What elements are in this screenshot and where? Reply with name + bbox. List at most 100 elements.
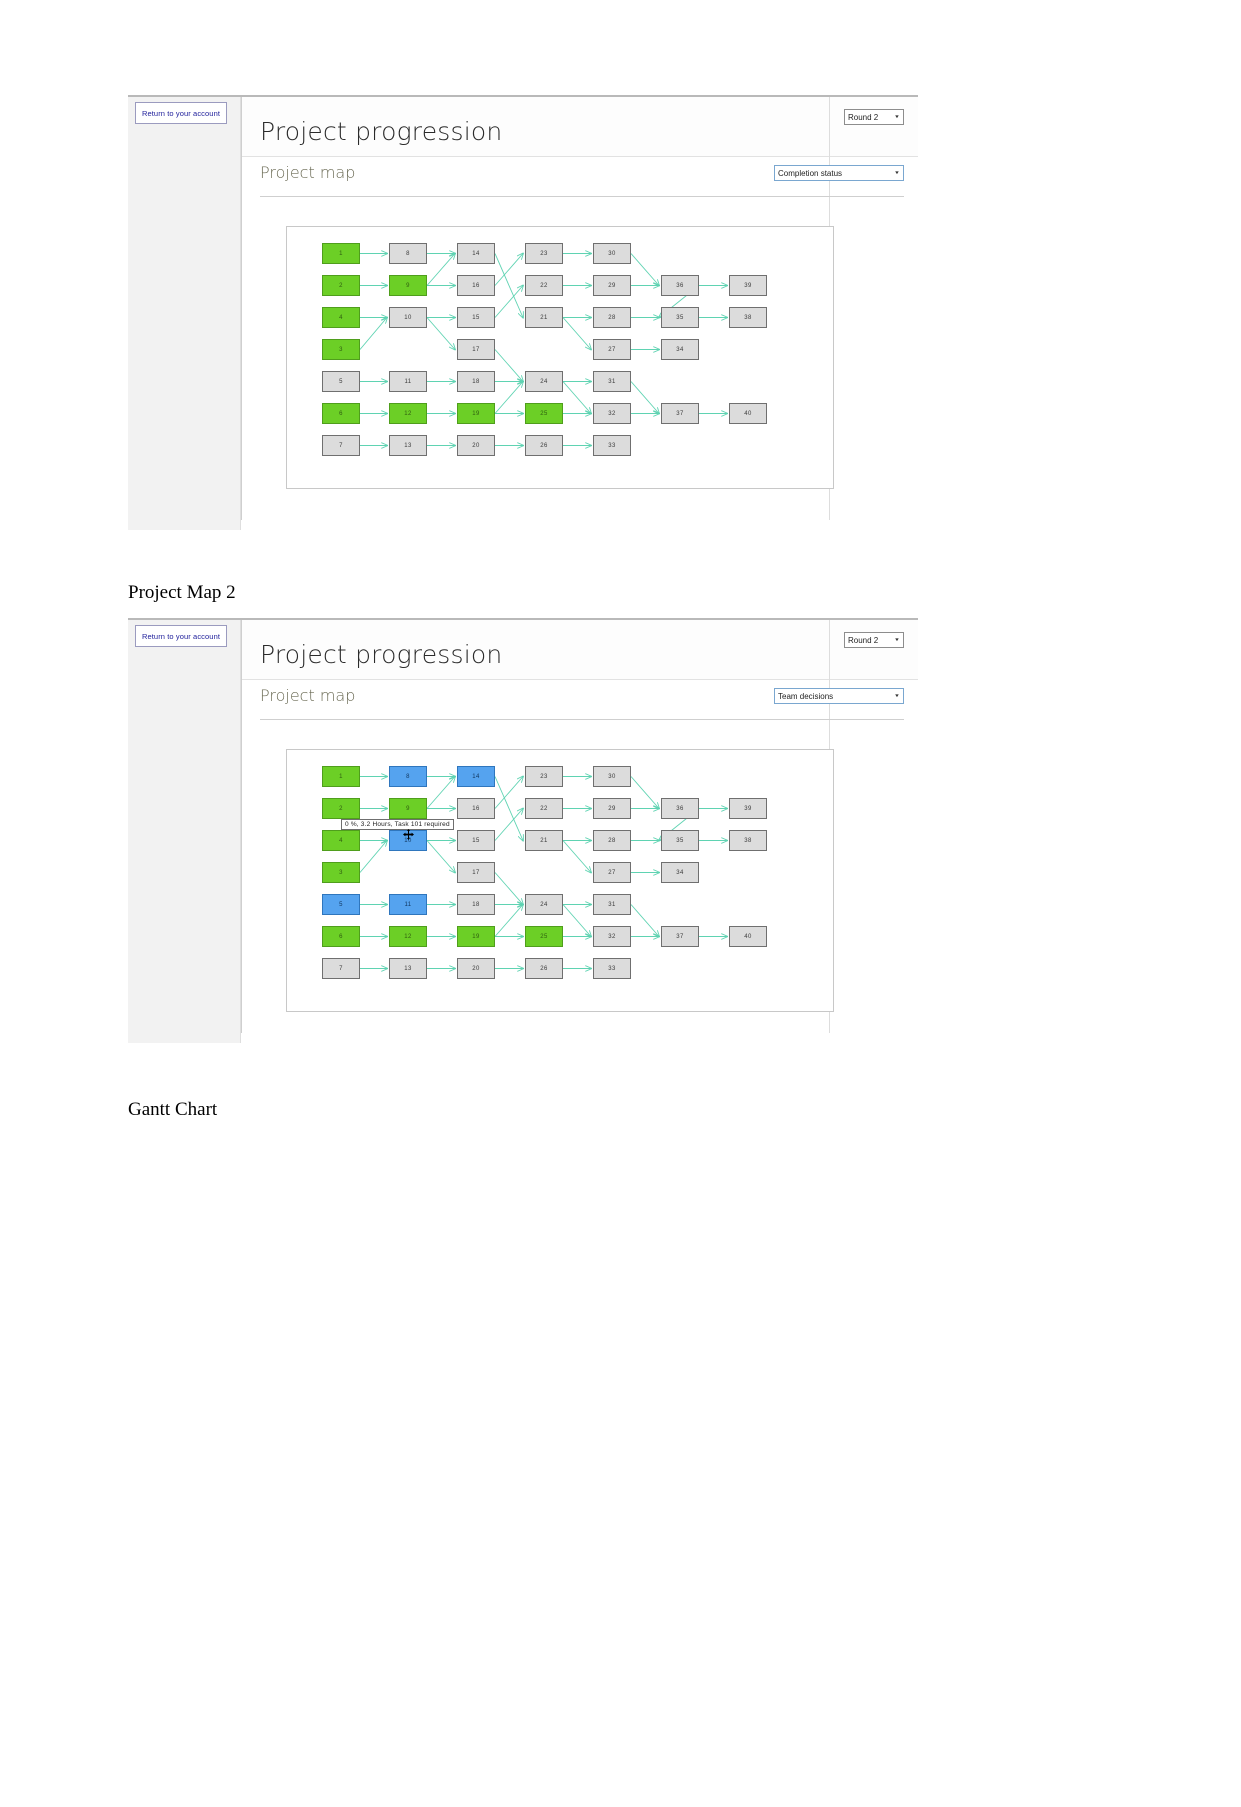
task-node-32[interactable]: 32 bbox=[593, 403, 631, 424]
task-node-1[interactable]: 1 bbox=[322, 243, 360, 264]
task-node-2[interactable]: 2 bbox=[322, 798, 360, 819]
task-node-18[interactable]: 18 bbox=[457, 894, 495, 915]
chevron-down-icon: ▼ bbox=[894, 170, 900, 176]
task-node-9[interactable]: 9 bbox=[389, 275, 427, 296]
task-node-25[interactable]: 25 bbox=[525, 926, 563, 947]
task-node-38[interactable]: 38 bbox=[729, 307, 767, 328]
task-node-23[interactable]: 23 bbox=[525, 243, 563, 264]
task-node-33[interactable]: 33 bbox=[593, 435, 631, 456]
round-select[interactable]: Round 2 ▼ bbox=[844, 632, 904, 648]
task-node-37[interactable]: 37 bbox=[661, 926, 699, 947]
task-node-30[interactable]: 30 bbox=[593, 766, 631, 787]
task-node-24[interactable]: 24 bbox=[525, 894, 563, 915]
edge-14-21 bbox=[494, 776, 523, 841]
task-node-1[interactable]: 1 bbox=[322, 766, 360, 787]
task-node-31[interactable]: 31 bbox=[593, 894, 631, 915]
left-gutter bbox=[128, 620, 241, 1043]
task-node-22[interactable]: 22 bbox=[525, 798, 563, 819]
task-node-5[interactable]: 5 bbox=[322, 371, 360, 392]
task-node-32[interactable]: 32 bbox=[593, 926, 631, 947]
task-node-5[interactable]: 5 bbox=[322, 894, 360, 915]
task-node-17[interactable]: 17 bbox=[457, 862, 495, 883]
task-node-17[interactable]: 17 bbox=[457, 339, 495, 360]
task-node-22[interactable]: 22 bbox=[525, 275, 563, 296]
view-mode-value: Team decisions bbox=[778, 691, 834, 701]
task-node-13[interactable]: 13 bbox=[389, 958, 427, 979]
edge-21-27 bbox=[562, 317, 591, 350]
task-node-25[interactable]: 25 bbox=[525, 403, 563, 424]
edge-30-36 bbox=[630, 776, 659, 809]
task-node-40[interactable]: 40 bbox=[729, 926, 767, 947]
task-node-14[interactable]: 14 bbox=[457, 243, 495, 264]
task-node-15[interactable]: 15 bbox=[457, 830, 495, 851]
task-node-30[interactable]: 30 bbox=[593, 243, 631, 264]
app-card-1: Project progression Round 2 ▼ Project ma… bbox=[241, 97, 918, 530]
task-node-10[interactable]: 10 bbox=[389, 307, 427, 328]
task-node-35[interactable]: 35 bbox=[661, 307, 699, 328]
task-node-16[interactable]: 16 bbox=[457, 798, 495, 819]
task-node-20[interactable]: 20 bbox=[457, 958, 495, 979]
edge-9-14 bbox=[426, 254, 455, 286]
task-node-27[interactable]: 27 bbox=[593, 862, 631, 883]
task-node-12[interactable]: 12 bbox=[389, 403, 427, 424]
task-node-36[interactable]: 36 bbox=[661, 798, 699, 819]
project-map-diagram-1[interactable]: 1 2 4 3 5 6 7 8 9 10 11 12 13 14 16 15 17 18 19 20 23 22 21 24 2… bbox=[286, 226, 834, 489]
task-node-4[interactable]: 4 bbox=[322, 307, 360, 328]
task-node-23[interactable]: 23 bbox=[525, 766, 563, 787]
edge-31-37 bbox=[630, 904, 659, 937]
task-node-6[interactable]: 6 bbox=[322, 403, 360, 424]
task-node-24[interactable]: 24 bbox=[525, 371, 563, 392]
task-node-21[interactable]: 21 bbox=[525, 307, 563, 328]
task-node-38[interactable]: 38 bbox=[729, 830, 767, 851]
task-node-39[interactable]: 39 bbox=[729, 275, 767, 296]
task-node-21[interactable]: 21 bbox=[525, 830, 563, 851]
task-node-13[interactable]: 13 bbox=[389, 435, 427, 456]
task-node-37[interactable]: 37 bbox=[661, 403, 699, 424]
task-node-28[interactable]: 28 bbox=[593, 830, 631, 851]
task-node-8[interactable]: 8 bbox=[389, 243, 427, 264]
task-node-2[interactable]: 2 bbox=[322, 275, 360, 296]
task-node-19[interactable]: 19 bbox=[457, 403, 495, 424]
view-mode-select[interactable]: Team decisions ▼ bbox=[774, 688, 904, 704]
edge-21-27 bbox=[562, 840, 591, 873]
task-node-18[interactable]: 18 bbox=[457, 371, 495, 392]
return-to-account-button[interactable]: Return to your account bbox=[135, 102, 227, 124]
task-node-35[interactable]: 35 bbox=[661, 830, 699, 851]
task-node-10[interactable]: 10 bbox=[389, 830, 427, 851]
task-node-11[interactable]: 11 bbox=[389, 371, 427, 392]
view-mode-select[interactable]: Completion status ▼ bbox=[774, 165, 904, 181]
task-node-6[interactable]: 6 bbox=[322, 926, 360, 947]
task-node-34[interactable]: 34 bbox=[661, 339, 699, 360]
task-node-39[interactable]: 39 bbox=[729, 798, 767, 819]
task-node-40[interactable]: 40 bbox=[729, 403, 767, 424]
task-node-7[interactable]: 7 bbox=[322, 958, 360, 979]
task-node-4[interactable]: 4 bbox=[322, 830, 360, 851]
task-node-29[interactable]: 29 bbox=[593, 275, 631, 296]
task-node-27[interactable]: 27 bbox=[593, 339, 631, 360]
task-node-15[interactable]: 15 bbox=[457, 307, 495, 328]
task-node-3[interactable]: 3 bbox=[322, 339, 360, 360]
task-node-19[interactable]: 19 bbox=[457, 926, 495, 947]
task-node-16[interactable]: 16 bbox=[457, 275, 495, 296]
return-to-account-button[interactable]: Return to your account bbox=[135, 625, 227, 647]
section-divider bbox=[260, 719, 904, 720]
task-node-7[interactable]: 7 bbox=[322, 435, 360, 456]
task-node-36[interactable]: 36 bbox=[661, 275, 699, 296]
task-node-28[interactable]: 28 bbox=[593, 307, 631, 328]
round-select[interactable]: Round 2 ▼ bbox=[844, 109, 904, 125]
task-node-26[interactable]: 26 bbox=[525, 435, 563, 456]
task-node-33[interactable]: 33 bbox=[593, 958, 631, 979]
task-node-26[interactable]: 26 bbox=[525, 958, 563, 979]
project-map-diagram-2[interactable]: 1 2 4 3 5 6 7 8 9 10 11 12 13 14 16 15 17 18 19 20 23 22 21 24 2… bbox=[286, 749, 834, 1012]
task-node-9[interactable]: 9 bbox=[389, 798, 427, 819]
task-node-12[interactable]: 12 bbox=[389, 926, 427, 947]
task-node-3[interactable]: 3 bbox=[322, 862, 360, 883]
task-node-29[interactable]: 29 bbox=[593, 798, 631, 819]
task-node-20[interactable]: 20 bbox=[457, 435, 495, 456]
edge-17-24 bbox=[494, 872, 523, 905]
task-node-31[interactable]: 31 bbox=[593, 371, 631, 392]
task-node-34[interactable]: 34 bbox=[661, 862, 699, 883]
task-node-8[interactable]: 8 bbox=[389, 766, 427, 787]
task-node-11[interactable]: 11 bbox=[389, 894, 427, 915]
task-node-14[interactable]: 14 bbox=[457, 766, 495, 787]
